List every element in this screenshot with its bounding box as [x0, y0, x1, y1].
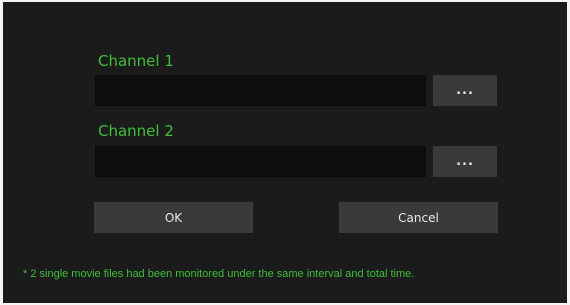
- monitoring-note: * 2 single movie files had been monitore…: [23, 268, 415, 280]
- dialog-panel: Channel 1 ... Channel 2 ... OK Cancel * …: [3, 2, 567, 303]
- channel-2-label: Channel 2: [98, 122, 174, 140]
- channel-1-browse-button[interactable]: ...: [433, 75, 497, 106]
- channel-2-path-field[interactable]: [95, 146, 426, 177]
- cancel-button[interactable]: Cancel: [339, 202, 498, 233]
- channel-2-browse-button[interactable]: ...: [433, 146, 497, 177]
- channel-1-label: Channel 1: [98, 52, 174, 70]
- channel-1-path-field[interactable]: [95, 75, 426, 106]
- ok-button[interactable]: OK: [94, 202, 253, 233]
